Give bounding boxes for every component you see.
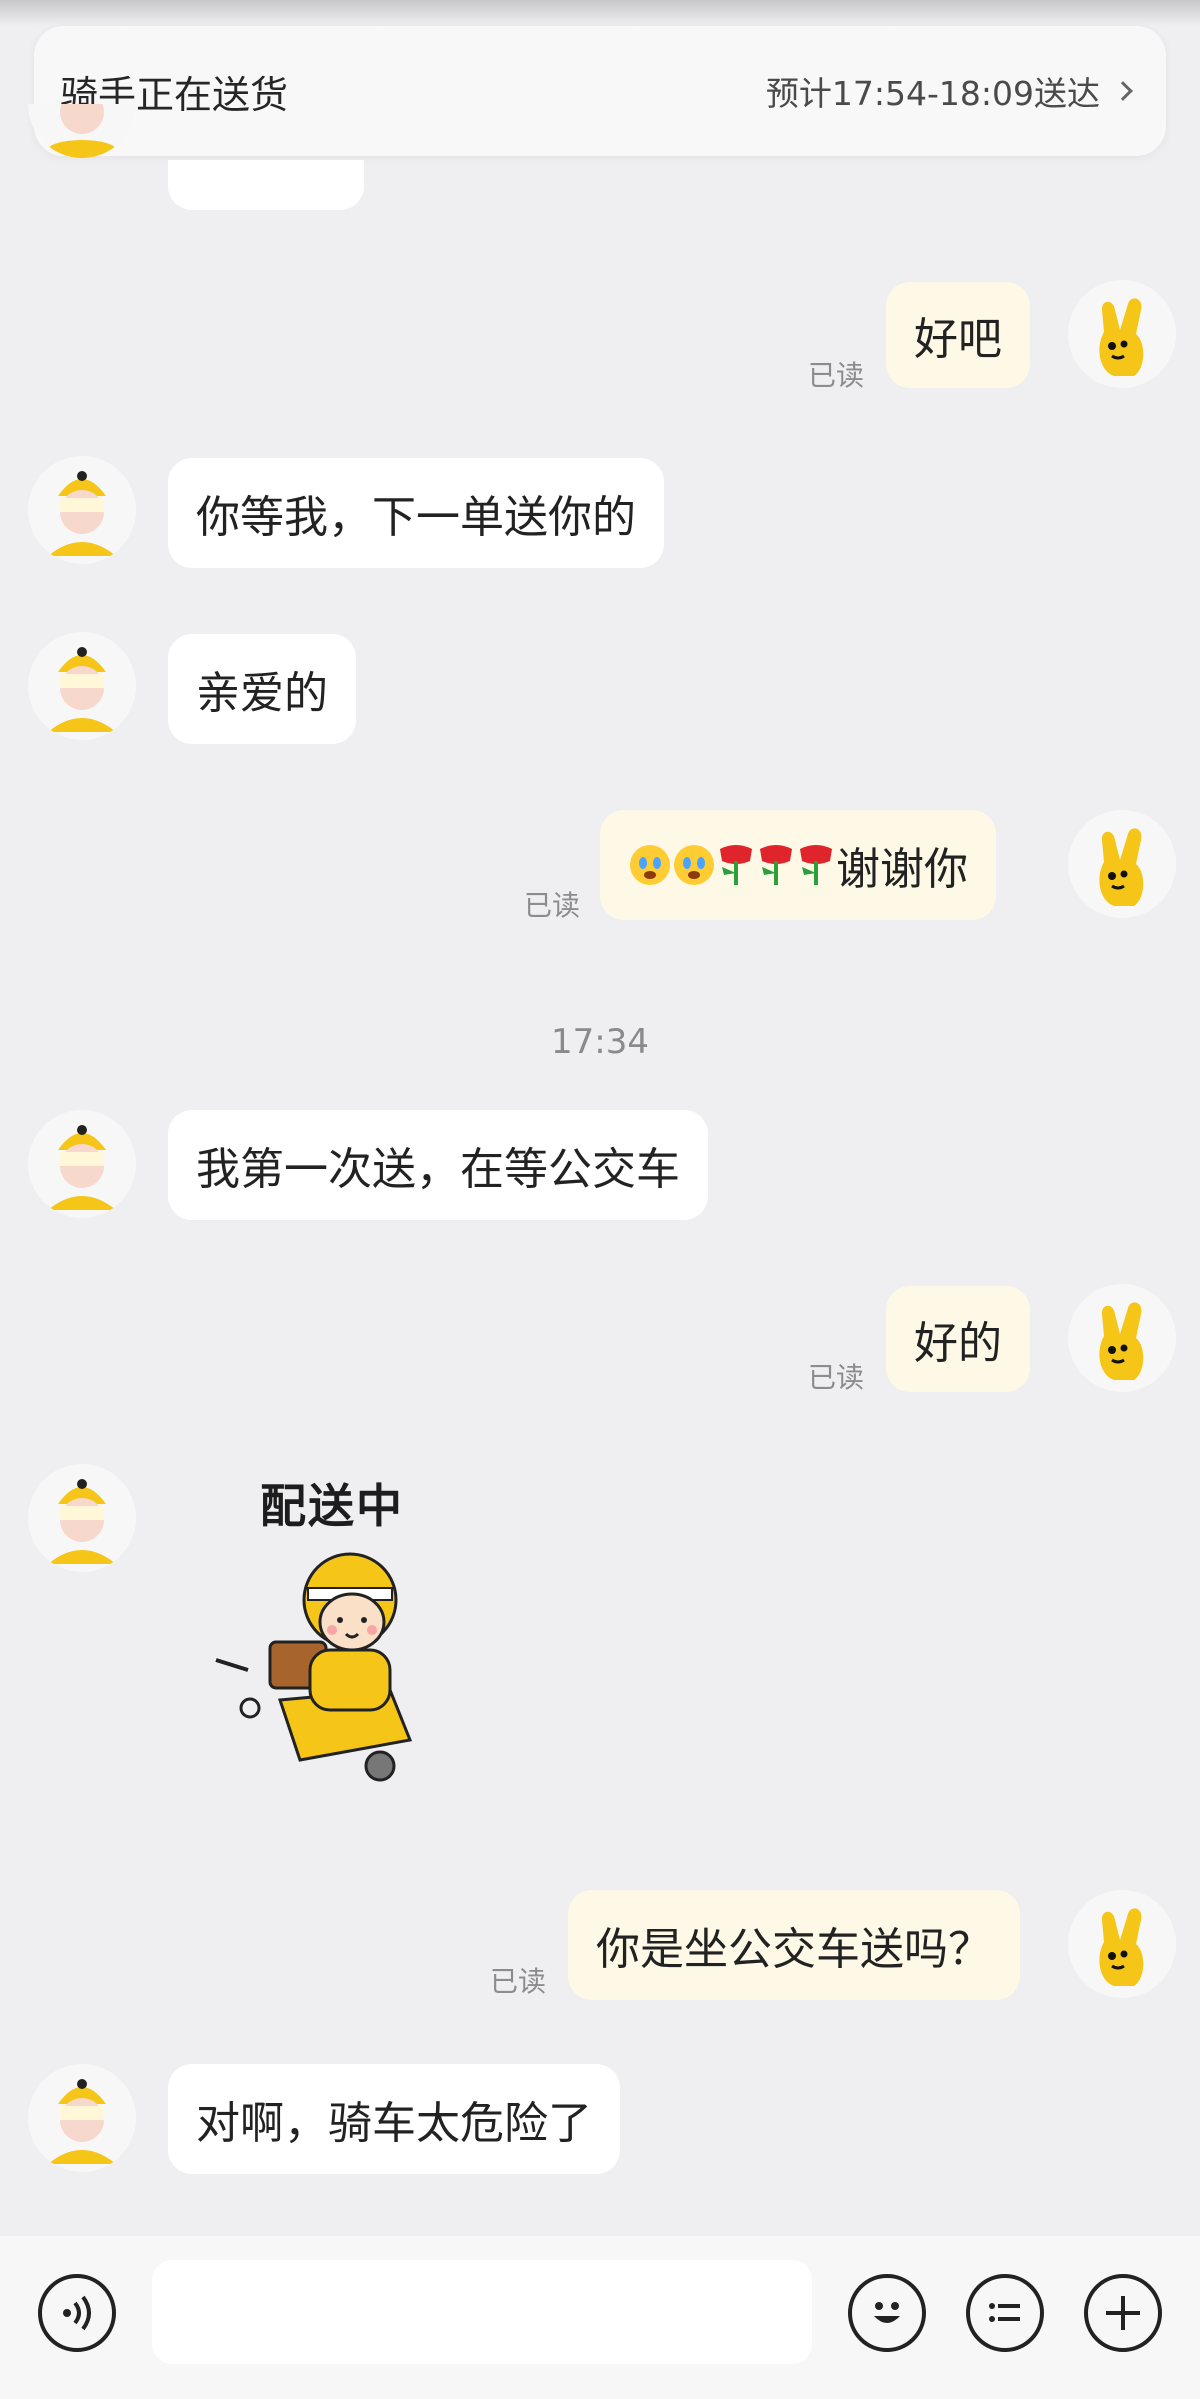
rider-avatar[interactable] [28, 1464, 136, 1572]
message-bubble-mine[interactable]: 好吧 [886, 282, 1030, 388]
chevron-right-icon [1113, 81, 1133, 101]
more-button[interactable] [1084, 2274, 1162, 2352]
input-bar [0, 2236, 1200, 2399]
message-text: 好的 [914, 1318, 1002, 1369]
message-bubble-rider[interactable]: 你等我，下一单送你的 [168, 458, 664, 568]
message-bubble-rider[interactable]: 我第一次送，在等公交车 [168, 1110, 708, 1220]
wilted-rose-icon [760, 845, 792, 885]
my-avatar[interactable] [1068, 1890, 1176, 1998]
wilted-rose-icon [800, 845, 832, 885]
read-receipt: 已读 [490, 1965, 547, 1998]
message-bubble-mine[interactable]: 你是坐公交车送吗？ [568, 1890, 1020, 2000]
crying-face-icon [674, 845, 714, 885]
sticker-caption: 配送中 [260, 1479, 404, 1533]
message-text: 你等我，下一单送你的 [196, 492, 636, 543]
quick-reply-icon [989, 2303, 1020, 2322]
message-text: 谢谢你 [836, 844, 968, 895]
message-bubble-mine[interactable]: 好的 [886, 1286, 1030, 1392]
emoji-icon [874, 2302, 900, 2323]
my-avatar[interactable] [1068, 280, 1176, 388]
message-text: 我第一次送，在等公交车 [196, 1144, 680, 1195]
eta-link[interactable]: 预计17:54-18:09送达 [765, 67, 1133, 115]
crying-face-icon [630, 845, 670, 885]
read-receipt: 已读 [808, 1361, 865, 1394]
quick-reply-button[interactable] [966, 2274, 1044, 2352]
voice-input-button[interactable] [38, 2274, 116, 2352]
eta-text: 预计17:54-18:09送达 [765, 74, 1100, 113]
message-bubble-rider[interactable]: 亲爱的 [168, 634, 356, 744]
rider-avatar[interactable] [28, 632, 136, 740]
wilted-rose-icon [720, 845, 752, 885]
message-bubble-mine[interactable]: 谢谢你 [600, 810, 996, 920]
my-avatar[interactable] [1068, 810, 1176, 918]
my-avatar[interactable] [1068, 1284, 1176, 1392]
voice-icon [63, 2295, 91, 2331]
time-separator: 17:34 [551, 1022, 649, 1062]
rider-avatar[interactable] [28, 2064, 136, 2172]
rider-avatar[interactable] [28, 456, 136, 564]
delivery-status-banner[interactable]: 骑手正在送货 预计17:54-18:09送达 [34, 26, 1166, 156]
message-input[interactable] [152, 2260, 812, 2364]
status-bar-shadow [0, 0, 1200, 26]
message-text: 好吧 [914, 314, 1002, 365]
read-receipt: 已读 [524, 889, 581, 922]
emoji-button[interactable] [848, 2274, 926, 2352]
rider-avatar[interactable] [28, 1110, 136, 1218]
message-bubble-rider[interactable]: 对啊，骑车太危险了 [168, 2064, 620, 2174]
message-text: 你是坐公交车送吗？ [596, 1924, 992, 1975]
rider-scooter-illustration [215, 1552, 413, 1782]
message-text: 亲爱的 [196, 668, 328, 719]
delivery-sticker[interactable]: 配送中 [200, 1470, 460, 1820]
plus-icon [1106, 2296, 1140, 2330]
read-receipt: 已读 [808, 359, 865, 392]
message-text: 对啊，骑车太危险了 [196, 2098, 592, 2149]
